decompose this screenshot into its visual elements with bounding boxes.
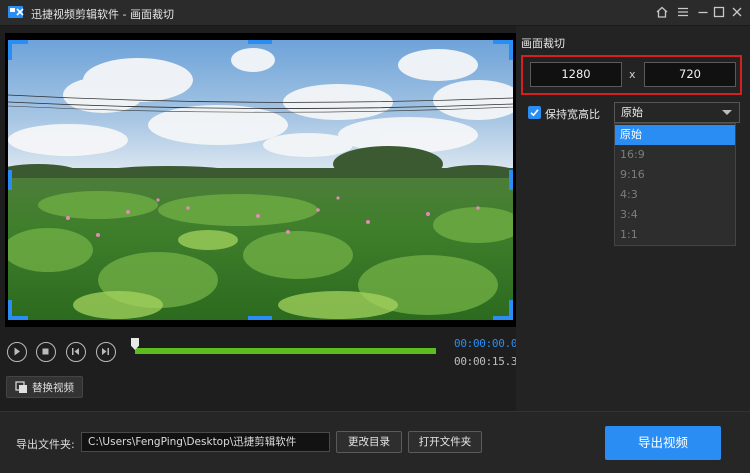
menu-icon[interactable] bbox=[675, 4, 691, 20]
crop-handle-left[interactable] bbox=[8, 170, 12, 190]
replace-video-button[interactable]: 替换视频 bbox=[6, 376, 83, 398]
crop-handle-right[interactable] bbox=[509, 170, 513, 190]
play-icon bbox=[14, 347, 20, 356]
keep-ratio-checkbox[interactable] bbox=[528, 106, 541, 119]
open-folder-button[interactable]: 打开文件夹 bbox=[408, 431, 482, 453]
crop-handle-top-left[interactable] bbox=[8, 40, 28, 60]
previous-frame-button[interactable] bbox=[66, 342, 86, 362]
height-input[interactable]: 720 bbox=[644, 62, 736, 87]
window-title: 迅捷视频剪辑软件 - 画面裁切 bbox=[31, 8, 174, 21]
keep-ratio-label: 保持宽高比 bbox=[545, 108, 600, 121]
ratio-option[interactable]: 3:4 bbox=[615, 205, 735, 225]
home-icon[interactable] bbox=[654, 4, 670, 20]
ratio-option[interactable]: 9:16 bbox=[615, 165, 735, 185]
crop-handle-top-right[interactable] bbox=[493, 40, 513, 60]
replace-video-icon bbox=[15, 380, 27, 393]
minimize-icon[interactable] bbox=[695, 4, 711, 20]
checkmark-icon bbox=[530, 109, 539, 117]
ratio-select[interactable]: 原始 bbox=[614, 102, 740, 123]
title-bar: 迅捷视频剪辑软件 - 画面裁切 bbox=[0, 0, 750, 26]
next-frame-button[interactable] bbox=[96, 342, 116, 362]
stop-button[interactable] bbox=[36, 342, 56, 362]
crop-handle-bottom-right[interactable] bbox=[493, 300, 513, 320]
timeline-track[interactable] bbox=[135, 348, 436, 354]
export-path-field[interactable]: C:\Users\FengPing\Desktop\迅捷剪辑软件 bbox=[81, 432, 330, 452]
crop-handle-bottom[interactable] bbox=[248, 316, 272, 320]
ratio-option[interactable]: 1:1 bbox=[615, 225, 735, 245]
stop-icon bbox=[42, 348, 49, 355]
size-separator: x bbox=[629, 68, 636, 81]
replace-video-label: 替换视频 bbox=[32, 381, 74, 394]
ratio-option[interactable]: 4:3 bbox=[615, 185, 735, 205]
video-frame-image bbox=[8, 40, 513, 320]
export-video-button[interactable]: 导出视频 bbox=[605, 426, 721, 460]
previous-frame-icon bbox=[72, 348, 79, 355]
maximize-icon[interactable] bbox=[711, 4, 727, 20]
ratio-option[interactable]: 原始 bbox=[615, 125, 735, 145]
app-logo-icon bbox=[8, 6, 24, 18]
crop-handle-bottom-left[interactable] bbox=[8, 300, 28, 320]
video-preview-panel bbox=[5, 33, 516, 327]
timeline-fill bbox=[135, 348, 436, 354]
export-folder-label: 导出文件夹: bbox=[16, 438, 75, 451]
crop-section-label: 画面裁切 bbox=[521, 37, 565, 50]
change-directory-button[interactable]: 更改目录 bbox=[336, 431, 402, 453]
ratio-dropdown-list: 原始 16:9 9:16 4:3 3:4 1:1 bbox=[614, 123, 736, 246]
ratio-select-value: 原始 bbox=[621, 106, 643, 119]
crop-handle-top[interactable] bbox=[248, 40, 272, 44]
ratio-option[interactable]: 16:9 bbox=[615, 145, 735, 165]
chevron-down-icon bbox=[722, 110, 732, 115]
next-frame-icon bbox=[102, 348, 109, 355]
close-icon[interactable] bbox=[729, 4, 745, 20]
width-input[interactable]: 1280 bbox=[530, 62, 622, 87]
video-frame[interactable] bbox=[8, 40, 513, 320]
play-button[interactable] bbox=[7, 342, 27, 362]
